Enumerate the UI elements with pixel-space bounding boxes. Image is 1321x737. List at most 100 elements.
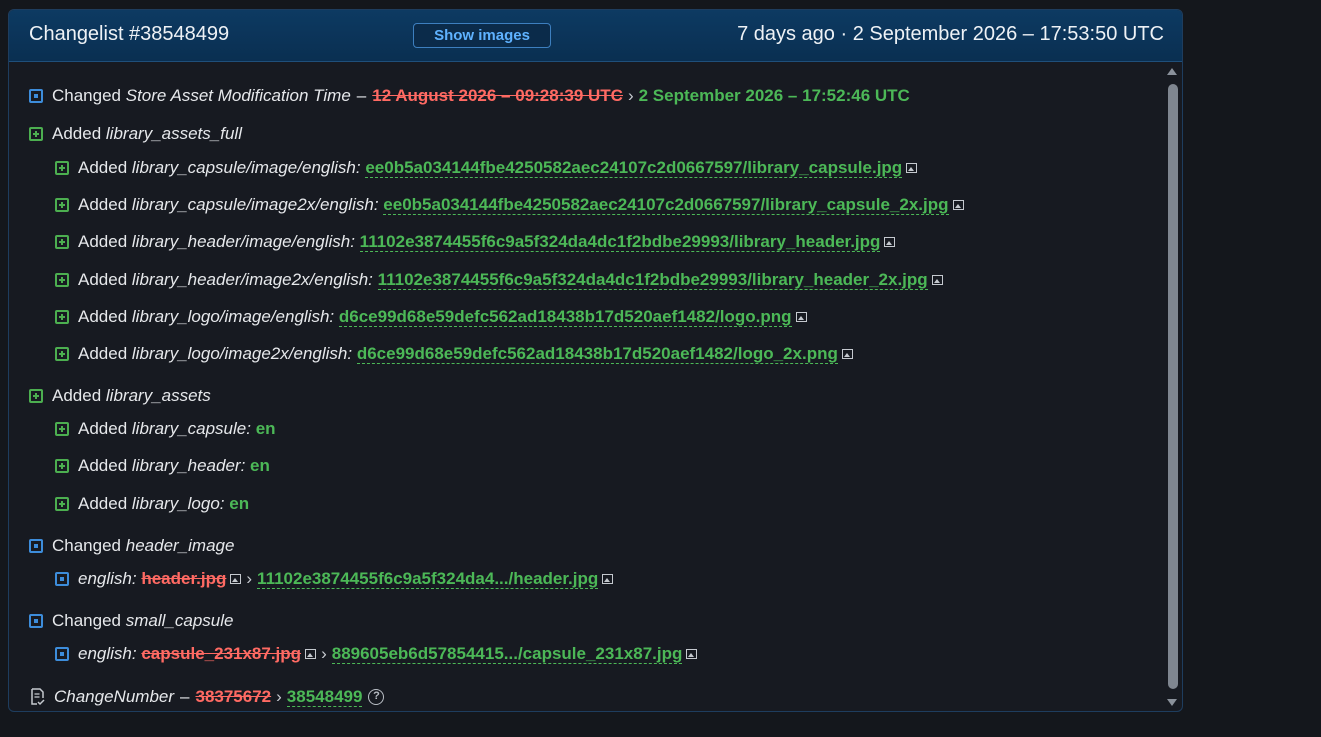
action-label: Added [78,270,128,289]
added-icon [55,347,69,361]
key-label: library_capsule: [131,419,251,438]
action-label: Added [78,456,128,475]
old-value[interactable]: capsule_231x87.jpg [141,642,301,666]
action-label: Added [78,494,128,513]
key-label: library_capsule/image2x/english: [131,195,379,214]
change-number-link[interactable]: 38548499 [286,687,363,707]
change-row: Added library_logo: en [55,492,249,516]
action-label: Added [52,124,102,143]
added-icon [55,273,69,287]
action-label: Added [78,195,128,214]
image-icon[interactable] [931,275,943,285]
image-icon[interactable] [906,163,918,173]
key-label: english: [78,644,137,663]
old-value: 38375672 [195,687,272,706]
asset-link[interactable]: 11102e3874455f6c9a5f324da4dc1f2bdbe29993… [359,232,881,252]
scroll-down-arrow-icon[interactable] [1167,699,1177,706]
image-icon[interactable] [884,237,896,247]
image-icon[interactable] [841,349,853,359]
change-row: Added library_logo/image/english: d6ce99… [55,305,807,329]
scroll-up-arrow-icon[interactable] [1167,68,1177,75]
key-label: library_header/image2x/english: [131,270,373,289]
asset-link[interactable]: ee0b5a034144fbe4250582aec24107c2d0667597… [365,158,903,178]
key-label: header_image [125,536,235,555]
key-label: library_assets_full [105,124,242,143]
image-icon[interactable] [305,649,317,659]
changelist-header: Changelist #38548499 Show images 7 days … [9,10,1182,62]
scrollbar-thumb[interactable] [1168,84,1178,689]
change-row: Added library_capsule/image2x/english: e… [55,193,964,217]
asset-link[interactable]: d6ce99d68e59defc562ad18438b17d520aef1482… [356,344,838,364]
asset-link[interactable]: 11102e3874455f6c9a5f324da4.../header.jpg [257,569,599,589]
changelist-content: Changed Store Asset Modification Time – … [9,62,1164,711]
key-label: library_logo/image2x/english: [131,344,353,363]
new-value: en [250,456,270,475]
asset-link[interactable]: ee0b5a034144fbe4250582aec24107c2d0667597… [383,195,949,215]
old-value[interactable]: header.jpg [141,567,226,591]
scrollbar[interactable] [1164,62,1182,711]
action-label: Added [78,419,128,438]
change-row: Added library_logo/image2x/english: d6ce… [55,342,853,366]
added-icon [55,161,69,175]
image-icon[interactable] [602,574,614,584]
change-row: Added library_capsule/image/english: ee0… [55,156,918,180]
key-label: small_capsule [125,611,234,630]
added-icon [29,127,43,141]
key-label: library_logo/image/english: [131,307,335,326]
key-label: library_header/image/english: [131,232,355,251]
help-icon[interactable]: ? [368,689,385,705]
added-icon [55,310,69,324]
changed-icon [55,647,69,661]
changed-icon [29,539,43,553]
change-row: Changed header_image [29,534,234,558]
new-value: en [229,494,250,513]
key-label: english: [78,569,137,588]
change-row: english: capsule_231x87.jpg › 889605eb6d… [55,642,698,666]
show-images-button[interactable]: Show images [413,23,551,48]
change-row: Added library_header/image2x/english: 11… [55,268,943,292]
change-row: ChangeNumber – 38375672 › 38548499 ? [29,685,385,709]
image-icon[interactable] [230,574,242,584]
key-label: library_capsule/image/english: [131,158,361,177]
image-icon[interactable] [795,312,807,322]
action-label: Added [78,158,128,177]
changelist-time: 7 days ago · 2 September 2026 – 17:53:50… [737,23,1164,45]
changed-icon [29,614,43,628]
action-label: Added [78,232,128,251]
key-label: ChangeNumber [54,687,175,706]
arrow-separator: › [321,644,327,663]
action-label: Added [78,344,128,363]
added-icon [55,235,69,249]
dash-separator: – [180,687,190,706]
document-check-icon [31,688,45,706]
arrow-separator: › [627,86,634,105]
key-label: Store Asset Modification Time [125,86,351,105]
asset-link[interactable]: d6ce99d68e59defc562ad18438b17d520aef1482… [338,307,792,327]
new-value: en [255,419,276,438]
action-label: Added [52,386,102,405]
added-icon [55,198,69,212]
new-value: 2 September 2026 – 17:52:46 UTC [638,86,910,105]
action-label: Changed [52,536,122,555]
arrow-separator: › [276,687,282,706]
added-icon [29,389,43,403]
asset-link[interactable]: 11102e3874455f6c9a5f324da4dc1f2bdbe29993… [377,270,928,290]
asset-link[interactable]: 889605eb6d57854415.../capsule_231x87.jpg [331,644,683,664]
image-icon[interactable] [952,200,964,210]
added-icon [55,497,69,511]
old-value: 12 August 2026 – 09:28:39 UTC [372,86,623,105]
arrow-separator: › [246,569,253,588]
change-row: Added library_header: en [55,454,270,478]
change-row: english: header.jpg › 11102e3874455f6c9a… [55,567,614,591]
action-label: Added [78,307,128,326]
dash-separator: – [356,86,367,105]
change-row: Added library_capsule: en [55,417,276,441]
changed-icon [29,89,43,103]
key-label: library_logo: [131,494,225,513]
change-row: Changed small_capsule [29,609,233,633]
change-row: Added library_assets_full [29,122,242,146]
key-label: library_header: [131,456,246,475]
key-label: library_assets [105,386,211,405]
change-row: Changed Store Asset Modification Time – … [29,84,910,108]
image-icon[interactable] [686,649,698,659]
